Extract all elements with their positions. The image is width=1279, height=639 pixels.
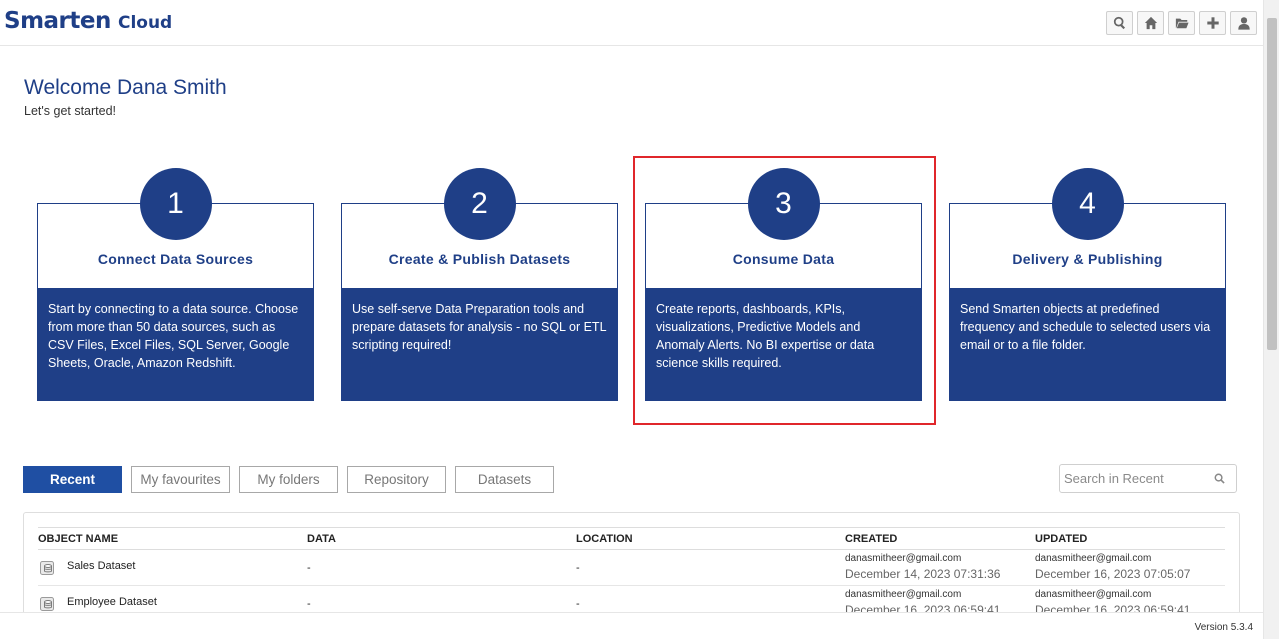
folder-open-icon (1175, 18, 1189, 29)
column-header-created[interactable]: CREATED (845, 533, 897, 545)
dataset-icon (40, 597, 54, 611)
step-card-delivery-publishing[interactable]: 4 Delivery & Publishing Send Smarten obj… (949, 168, 1226, 401)
user-profile-button[interactable] (1230, 11, 1257, 35)
search-input[interactable] (1060, 465, 1210, 492)
object-name-link[interactable]: Sales Dataset (67, 560, 135, 572)
step-number-badge: 1 (139, 168, 212, 240)
step-title: Connect Data Sources (97, 251, 254, 267)
recent-search-box (1059, 464, 1237, 493)
tab-repository[interactable]: Repository (347, 466, 446, 493)
updated-date: December 16, 2023 07:05:07 (1035, 567, 1191, 581)
step-number-badge: 4 (1051, 168, 1124, 240)
object-tabs: Recent My favourites My folders Reposito… (23, 466, 554, 493)
location-cell: - (576, 562, 580, 574)
highlight-box (633, 156, 936, 425)
plus-icon (1206, 17, 1219, 29)
dataset-icon (40, 561, 54, 575)
step-title: Delivery & Publishing (1012, 251, 1163, 267)
column-header-object-name[interactable]: OBJECT NAME (38, 533, 118, 545)
create-new-button[interactable] (1199, 11, 1226, 35)
table-header: OBJECT NAME DATA LOCATION CREATED UPDATE… (38, 527, 1225, 550)
step-title: Create & Publish Datasets (388, 251, 571, 267)
logo[interactable]: Smarten Cloud (4, 8, 172, 34)
search-icon[interactable] (1214, 473, 1225, 484)
recent-objects-table: OBJECT NAME DATA LOCATION CREATED UPDATE… (23, 512, 1240, 622)
tab-recent[interactable]: Recent (23, 466, 122, 493)
welcome-subtitle: Let's get started! (24, 104, 117, 118)
created-date: December 14, 2023 07:31:36 (845, 567, 1001, 581)
search-button[interactable] (1106, 11, 1133, 35)
data-cell: - (307, 598, 311, 610)
updated-by: danasmitheer@gmail.com (1035, 589, 1152, 600)
column-header-location[interactable]: LOCATION (576, 533, 633, 545)
location-cell: - (576, 598, 580, 610)
step-card-connect-data-sources[interactable]: 1 Connect Data Sources Start by connecti… (37, 168, 314, 401)
home-button[interactable] (1137, 11, 1164, 35)
step-number-badge: 2 (443, 168, 516, 240)
logo-product: Cloud (117, 13, 173, 33)
table-row[interactable]: Sales Dataset - - danasmitheer@gmail.com… (38, 550, 1225, 586)
tab-my-favourites[interactable]: My favourites (131, 466, 230, 493)
data-cell: - (307, 562, 311, 574)
welcome-title: Welcome Dana Smith (24, 76, 227, 99)
step-card-create-publish-datasets[interactable]: 2 Create & Publish Datasets Use self-ser… (341, 168, 618, 401)
step-description: Use self-serve Data Preparation tools an… (342, 288, 617, 400)
created-by: danasmitheer@gmail.com (845, 553, 962, 564)
toolbar (1106, 11, 1257, 35)
step-description: Send Smarten objects at predefined frequ… (950, 288, 1225, 400)
step-description: Start by connecting to a data source. Ch… (38, 288, 313, 400)
updated-by: danasmitheer@gmail.com (1035, 553, 1152, 564)
top-bar: Smarten Cloud (0, 0, 1263, 46)
object-name-link[interactable]: Employee Dataset (67, 596, 157, 608)
column-header-data[interactable]: DATA (307, 533, 336, 545)
column-header-updated[interactable]: UPDATED (1035, 533, 1087, 545)
tab-datasets[interactable]: Datasets (455, 466, 554, 493)
open-folder-button[interactable] (1168, 11, 1195, 35)
tab-my-folders[interactable]: My folders (239, 466, 338, 493)
version-label: Version 5.3.4 (1194, 622, 1253, 633)
user-icon (1237, 17, 1250, 30)
logo-brand: Smarten (4, 8, 111, 34)
footer: Version 5.3.4 (0, 612, 1263, 639)
home-icon (1144, 16, 1157, 30)
search-icon (1113, 16, 1125, 30)
created-by: danasmitheer@gmail.com (845, 589, 962, 600)
scrollbar-thumb[interactable] (1267, 18, 1277, 350)
page-scrollbar[interactable] (1263, 0, 1279, 639)
